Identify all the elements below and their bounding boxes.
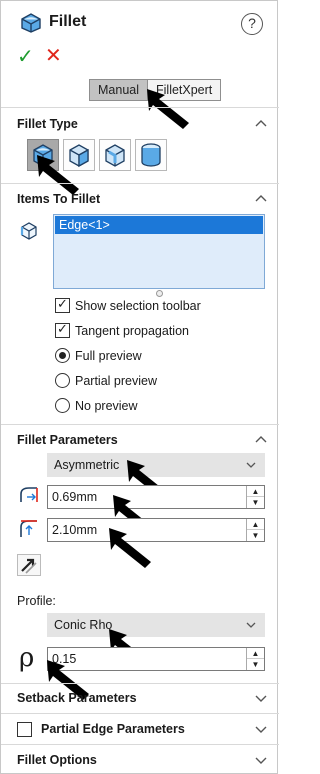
partial-preview-label: Partial preview — [75, 374, 157, 388]
no-preview-label: No preview — [75, 399, 138, 413]
divider — [1, 107, 279, 108]
divider — [1, 713, 279, 714]
fillet-type-full-round-button[interactable] — [135, 139, 167, 171]
full-preview-radio[interactable] — [55, 348, 70, 363]
resize-grip[interactable] — [156, 290, 163, 297]
section-setback-parameters-title[interactable]: Setback Parameters — [17, 689, 137, 707]
distance-2-value: 2.10mm — [52, 523, 98, 537]
chevron-up-icon[interactable] — [255, 434, 267, 446]
full-preview-label: Full preview — [75, 349, 142, 363]
tangent-propagation-label: Tangent propagation — [75, 324, 189, 338]
list-item[interactable]: Edge<1> — [55, 216, 263, 234]
section-fillet-options-title[interactable]: Fillet Options — [17, 751, 97, 769]
chevron-down-icon[interactable] — [255, 723, 267, 735]
profile-value: Conic Rho — [54, 618, 113, 632]
fillet-property-manager: Fillet ? ✓ ✕ Manual FilletXpert Fillet T… — [0, 0, 279, 774]
chevron-down-icon — [246, 462, 256, 468]
chevron-up-icon[interactable] — [255, 193, 267, 205]
spin-down-button[interactable]: ▼ — [247, 497, 264, 508]
divider — [1, 424, 279, 425]
distance-1-icon — [20, 487, 38, 502]
help-icon[interactable]: ? — [241, 13, 263, 35]
tangent-propagation-checkbox[interactable]: ✓ — [55, 321, 70, 338]
section-items-title[interactable]: Items To Fillet — [17, 190, 100, 208]
chevron-down-icon[interactable] — [255, 692, 267, 704]
distance-2-spinner: ▲ ▼ — [246, 519, 264, 541]
section-partial-edge-parameters-title[interactable]: Partial Edge Parameters — [41, 720, 185, 738]
section-fillet-type-title[interactable]: Fillet Type — [17, 115, 78, 133]
spin-up-button[interactable]: ▲ — [247, 648, 264, 659]
cancel-button[interactable]: ✕ — [45, 45, 62, 67]
fillet-type-face-fillet-button[interactable] — [99, 139, 131, 171]
ok-button[interactable]: ✓ — [17, 47, 34, 67]
chevron-down-icon — [246, 622, 256, 628]
distance-2-icon — [20, 520, 37, 537]
spin-down-button[interactable]: ▼ — [247, 659, 264, 670]
profile-label: Profile: — [17, 594, 56, 608]
divider — [1, 683, 279, 684]
tab-manual[interactable]: Manual — [89, 79, 148, 101]
distance-1-spinner: ▲ ▼ — [246, 486, 264, 508]
partial-edge-parameters-checkbox[interactable] — [17, 722, 32, 737]
rho-spinner: ▲ ▼ — [246, 648, 264, 670]
distance-1-value: 0.69mm — [52, 490, 98, 504]
show-selection-toolbar-label: Show selection toolbar — [75, 299, 201, 313]
chevron-up-icon[interactable] — [255, 118, 267, 130]
no-preview-radio[interactable] — [55, 398, 70, 413]
chevron-down-icon[interactable] — [255, 754, 267, 766]
items-selection-list[interactable]: Edge<1> — [53, 214, 265, 289]
flip-direction-icon — [21, 558, 37, 574]
annotation-arrow-icon — [147, 89, 189, 129]
flip-direction-button[interactable] — [17, 554, 41, 576]
show-selection-toolbar-checkbox[interactable]: ✓ — [55, 296, 70, 313]
fillet-feature-icon — [21, 13, 41, 33]
spin-up-button[interactable]: ▲ — [247, 519, 264, 530]
section-fillet-parameters-title[interactable]: Fillet Parameters — [17, 431, 118, 449]
spin-down-button[interactable]: ▼ — [247, 530, 264, 541]
panel-title: Fillet — [49, 13, 87, 30]
divider — [1, 183, 279, 184]
annotation-arrow-icon — [109, 528, 151, 568]
spin-up-button[interactable]: ▲ — [247, 486, 264, 497]
rho-icon: ρ — [19, 643, 35, 673]
partial-preview-radio[interactable] — [55, 373, 70, 388]
fillet-method-value: Asymmetric — [54, 458, 120, 472]
edge-cube-icon — [20, 222, 37, 240]
divider — [1, 744, 279, 745]
